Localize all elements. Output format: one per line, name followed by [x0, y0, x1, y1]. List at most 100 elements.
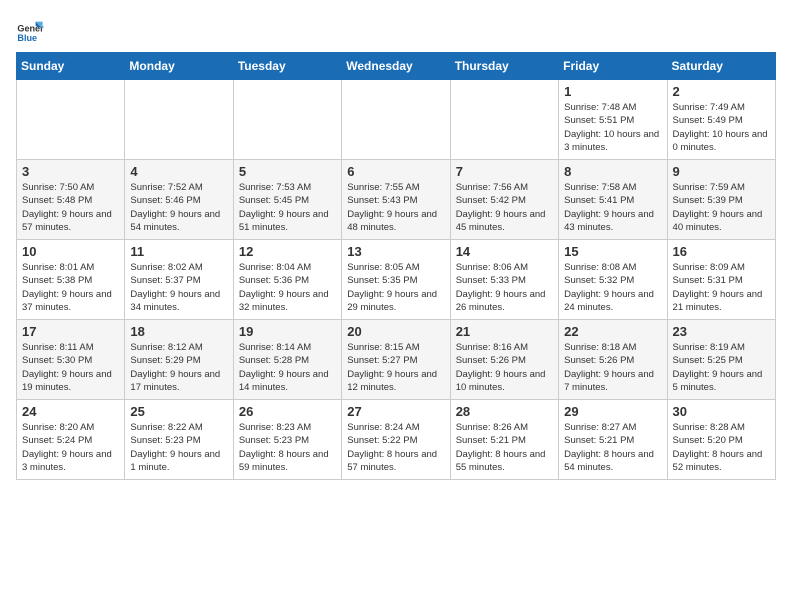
calendar-cell: 27 Sunrise: 8:24 AM Sunset: 5:22 PM Dayli…	[342, 400, 450, 480]
calendar-cell: 26 Sunrise: 8:23 AM Sunset: 5:23 PM Dayli…	[233, 400, 341, 480]
calendar-header-row: SundayMondayTuesdayWednesdayThursdayFrid…	[17, 53, 776, 80]
calendar-cell: 3 Sunrise: 7:50 AM Sunset: 5:48 PM Daylig…	[17, 160, 125, 240]
calendar-week-5: 24Sunrise: 8:20 AM Sunset: 5:24 PM Dayli…	[17, 400, 776, 480]
calendar-cell: 15 Sunrise: 8:08 AM Sunset: 5:32 PM Dayli…	[559, 240, 667, 320]
column-header-wednesday: Wednesday	[342, 53, 450, 80]
day-info: Sunrise: 8:18 AM Sunset: 5:26 PM Dayligh…	[564, 341, 661, 394]
calendar-cell	[450, 80, 558, 160]
day-number: 3	[22, 164, 119, 179]
calendar-cell: 2Sunrise: 7:49 AM Sunset: 5:49 PM Daylig…	[667, 80, 775, 160]
day-number: 13	[347, 244, 444, 259]
column-header-monday: Monday	[125, 53, 233, 80]
calendar-cell: 20Sunrise: 8:15 AM Sunset: 5:27 PM Dayli…	[342, 320, 450, 400]
day-number: 25	[130, 404, 227, 419]
calendar-cell: 24Sunrise: 8:20 AM Sunset: 5:24 PM Dayli…	[17, 400, 125, 480]
calendar-week-1: 1 Sunrise: 7:48 AM Sunset: 5:51 PM Daylig…	[17, 80, 776, 160]
day-info: Sunrise: 7:48 AM Sunset: 5:51 PM Dayligh…	[564, 101, 661, 154]
calendar-week-3: 10 Sunrise: 8:01 AM Sunset: 5:38 PM Dayli…	[17, 240, 776, 320]
calendar-cell: 29 Sunrise: 8:27 AM Sunset: 5:21 PM Dayli…	[559, 400, 667, 480]
day-info: Sunrise: 7:55 AM Sunset: 5:43 PM Dayligh…	[347, 181, 444, 234]
day-number: 14	[456, 244, 553, 259]
day-number: 16	[673, 244, 770, 259]
calendar-cell: 25 Sunrise: 8:22 AM Sunset: 5:23 PM Dayli…	[125, 400, 233, 480]
day-number: 8	[564, 164, 661, 179]
day-info: Sunrise: 8:22 AM Sunset: 5:23 PM Dayligh…	[130, 421, 227, 474]
day-info: Sunrise: 7:59 AM Sunset: 5:39 PM Dayligh…	[673, 181, 770, 234]
calendar-cell	[233, 80, 341, 160]
day-info: Sunrise: 8:02 AM Sunset: 5:37 PM Dayligh…	[130, 261, 227, 314]
calendar-cell: 17Sunrise: 8:11 AM Sunset: 5:30 PM Dayli…	[17, 320, 125, 400]
day-number: 6	[347, 164, 444, 179]
calendar-cell: 8 Sunrise: 7:58 AM Sunset: 5:41 PM Daylig…	[559, 160, 667, 240]
day-info: Sunrise: 8:26 AM Sunset: 5:21 PM Dayligh…	[456, 421, 553, 474]
day-number: 18	[130, 324, 227, 339]
calendar-cell: 22 Sunrise: 8:18 AM Sunset: 5:26 PM Dayli…	[559, 320, 667, 400]
calendar-cell: 21 Sunrise: 8:16 AM Sunset: 5:26 PM Dayli…	[450, 320, 558, 400]
calendar-cell: 10 Sunrise: 8:01 AM Sunset: 5:38 PM Dayli…	[17, 240, 125, 320]
day-info: Sunrise: 8:23 AM Sunset: 5:23 PM Dayligh…	[239, 421, 336, 474]
day-info: Sunrise: 7:58 AM Sunset: 5:41 PM Dayligh…	[564, 181, 661, 234]
day-number: 12	[239, 244, 336, 259]
day-info: Sunrise: 7:50 AM Sunset: 5:48 PM Dayligh…	[22, 181, 119, 234]
day-info: Sunrise: 8:04 AM Sunset: 5:36 PM Dayligh…	[239, 261, 336, 314]
day-number: 22	[564, 324, 661, 339]
column-header-friday: Friday	[559, 53, 667, 80]
calendar-cell: 9 Sunrise: 7:59 AM Sunset: 5:39 PM Daylig…	[667, 160, 775, 240]
day-info: Sunrise: 8:19 AM Sunset: 5:25 PM Dayligh…	[673, 341, 770, 394]
calendar-cell: 4 Sunrise: 7:52 AM Sunset: 5:46 PM Daylig…	[125, 160, 233, 240]
calendar-cell: 16 Sunrise: 8:09 AM Sunset: 5:31 PM Dayli…	[667, 240, 775, 320]
day-info: Sunrise: 7:53 AM Sunset: 5:45 PM Dayligh…	[239, 181, 336, 234]
day-number: 11	[130, 244, 227, 259]
column-header-tuesday: Tuesday	[233, 53, 341, 80]
day-info: Sunrise: 8:20 AM Sunset: 5:24 PM Dayligh…	[22, 421, 119, 474]
calendar-cell: 11 Sunrise: 8:02 AM Sunset: 5:37 PM Dayli…	[125, 240, 233, 320]
calendar-cell: 18 Sunrise: 8:12 AM Sunset: 5:29 PM Dayli…	[125, 320, 233, 400]
column-header-thursday: Thursday	[450, 53, 558, 80]
day-number: 29	[564, 404, 661, 419]
calendar-cell	[17, 80, 125, 160]
day-number: 15	[564, 244, 661, 259]
day-number: 9	[673, 164, 770, 179]
calendar-cell: 6 Sunrise: 7:55 AM Sunset: 5:43 PM Daylig…	[342, 160, 450, 240]
day-info: Sunrise: 8:24 AM Sunset: 5:22 PM Dayligh…	[347, 421, 444, 474]
day-number: 4	[130, 164, 227, 179]
column-header-sunday: Sunday	[17, 53, 125, 80]
calendar-cell: 23 Sunrise: 8:19 AM Sunset: 5:25 PM Dayli…	[667, 320, 775, 400]
day-number: 23	[673, 324, 770, 339]
day-number: 7	[456, 164, 553, 179]
day-info: Sunrise: 7:56 AM Sunset: 5:42 PM Dayligh…	[456, 181, 553, 234]
day-number: 27	[347, 404, 444, 419]
calendar-cell: 1 Sunrise: 7:48 AM Sunset: 5:51 PM Daylig…	[559, 80, 667, 160]
day-number: 30	[673, 404, 770, 419]
calendar-cell	[342, 80, 450, 160]
day-number: 28	[456, 404, 553, 419]
calendar-cell: 5Sunrise: 7:53 AM Sunset: 5:45 PM Daylig…	[233, 160, 341, 240]
day-number: 21	[456, 324, 553, 339]
day-info: Sunrise: 8:09 AM Sunset: 5:31 PM Dayligh…	[673, 261, 770, 314]
day-number: 26	[239, 404, 336, 419]
day-info: Sunrise: 8:05 AM Sunset: 5:35 PM Dayligh…	[347, 261, 444, 314]
calendar-week-4: 17Sunrise: 8:11 AM Sunset: 5:30 PM Dayli…	[17, 320, 776, 400]
day-info: Sunrise: 8:28 AM Sunset: 5:20 PM Dayligh…	[673, 421, 770, 474]
calendar-cell	[125, 80, 233, 160]
calendar-cell: 30 Sunrise: 8:28 AM Sunset: 5:20 PM Dayli…	[667, 400, 775, 480]
calendar-week-2: 3 Sunrise: 7:50 AM Sunset: 5:48 PM Daylig…	[17, 160, 776, 240]
calendar-cell: 7 Sunrise: 7:56 AM Sunset: 5:42 PM Daylig…	[450, 160, 558, 240]
calendar-cell: 28 Sunrise: 8:26 AM Sunset: 5:21 PM Dayli…	[450, 400, 558, 480]
day-info: Sunrise: 8:16 AM Sunset: 5:26 PM Dayligh…	[456, 341, 553, 394]
calendar-cell: 14Sunrise: 8:06 AM Sunset: 5:33 PM Dayli…	[450, 240, 558, 320]
day-info: Sunrise: 8:27 AM Sunset: 5:21 PM Dayligh…	[564, 421, 661, 474]
day-number: 10	[22, 244, 119, 259]
calendar-table: SundayMondayTuesdayWednesdayThursdayFrid…	[16, 52, 776, 480]
day-info: Sunrise: 8:08 AM Sunset: 5:32 PM Dayligh…	[564, 261, 661, 314]
svg-text:Blue: Blue	[17, 33, 37, 43]
calendar-cell: 12 Sunrise: 8:04 AM Sunset: 5:36 PM Dayli…	[233, 240, 341, 320]
day-number: 19	[239, 324, 336, 339]
column-header-saturday: Saturday	[667, 53, 775, 80]
day-info: Sunrise: 8:12 AM Sunset: 5:29 PM Dayligh…	[130, 341, 227, 394]
logo: General Blue	[16, 16, 48, 44]
day-info: Sunrise: 7:52 AM Sunset: 5:46 PM Dayligh…	[130, 181, 227, 234]
day-number: 1	[564, 84, 661, 99]
day-info: Sunrise: 8:01 AM Sunset: 5:38 PM Dayligh…	[22, 261, 119, 314]
day-info: Sunrise: 8:11 AM Sunset: 5:30 PM Dayligh…	[22, 341, 119, 394]
